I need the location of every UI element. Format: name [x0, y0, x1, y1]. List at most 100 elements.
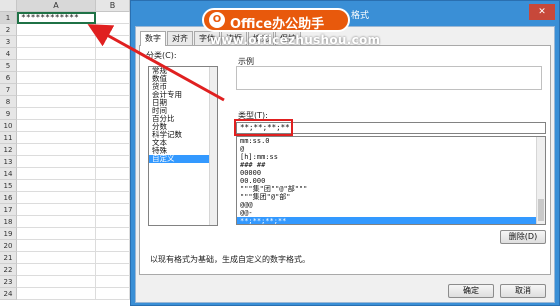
cell[interactable] [96, 24, 130, 36]
tab-0[interactable]: 数字 [140, 31, 166, 46]
cell[interactable] [17, 96, 96, 108]
cell[interactable] [96, 108, 130, 120]
row-header[interactable]: 13 [0, 156, 17, 168]
cell[interactable] [96, 12, 130, 24]
cell[interactable] [17, 180, 96, 192]
row-header[interactable]: 15 [0, 180, 17, 192]
cell[interactable] [17, 204, 96, 216]
cell[interactable] [17, 84, 96, 96]
sheet-row: 19 [0, 228, 130, 240]
cell[interactable] [96, 240, 130, 252]
row-header[interactable]: 20 [0, 240, 17, 252]
row-header[interactable]: 19 [0, 228, 17, 240]
column-header-a[interactable]: A [17, 0, 96, 12]
cell[interactable] [17, 288, 96, 300]
category-list[interactable]: 常规 数值 货币 会计专用 日期 时间 百分比 分数 科学记数 文本 特殊 自定义 [148, 66, 218, 226]
cell[interactable] [17, 132, 96, 144]
format-item[interactable]: 00000 [237, 169, 545, 177]
format-item[interactable]: @@- [237, 209, 545, 217]
cell[interactable] [17, 60, 96, 72]
row-header[interactable]: 9 [0, 108, 17, 120]
cell[interactable] [17, 252, 96, 264]
format-list[interactable]: mm:ss.0 @ [h]:mm:ss ### ## 00000 00.000 """集"团… [236, 136, 546, 225]
format-item[interactable]: @@@ [237, 201, 545, 209]
cell[interactable] [96, 168, 130, 180]
row-header[interactable]: 16 [0, 192, 17, 204]
cell[interactable] [17, 264, 96, 276]
row-header[interactable]: 21 [0, 252, 17, 264]
cell[interactable] [96, 264, 130, 276]
row-header[interactable]: 6 [0, 72, 17, 84]
cell[interactable] [17, 276, 96, 288]
tab-1[interactable]: 对齐 [167, 31, 193, 45]
cell[interactable] [17, 240, 96, 252]
row-header[interactable]: 12 [0, 144, 17, 156]
format-scrollbar[interactable] [536, 137, 545, 224]
cell[interactable] [96, 144, 130, 156]
row-header[interactable]: 22 [0, 264, 17, 276]
cell[interactable] [96, 288, 130, 300]
close-button[interactable]: ✕ [529, 4, 555, 20]
cell[interactable] [96, 276, 130, 288]
cell[interactable] [17, 144, 96, 156]
row-header[interactable]: 17 [0, 204, 17, 216]
cell[interactable] [96, 204, 130, 216]
row-header[interactable]: 5 [0, 60, 17, 72]
cell[interactable] [96, 192, 130, 204]
delete-button[interactable]: 删除(D) [500, 230, 546, 244]
cell[interactable] [96, 72, 130, 84]
cell[interactable] [17, 108, 96, 120]
cell[interactable] [96, 96, 130, 108]
row-header[interactable]: 11 [0, 132, 17, 144]
format-item[interactable]: **;**;**;** [237, 217, 545, 224]
cell[interactable] [96, 36, 130, 48]
ok-button[interactable]: 确定 [448, 284, 494, 298]
cell[interactable] [17, 228, 96, 240]
format-item[interactable]: """集团"@"部" [237, 193, 545, 201]
row-header[interactable]: 2 [0, 24, 17, 36]
cell[interactable] [17, 120, 96, 132]
row-header[interactable]: 4 [0, 48, 17, 60]
cell[interactable] [17, 168, 96, 180]
sheet-rows: 1 ************ 2 3 4 5 6 7 8 9 10 11 12 13 14 15 16 17 18 1… [0, 12, 130, 300]
row-header[interactable]: 10 [0, 120, 17, 132]
row-header[interactable]: 3 [0, 36, 17, 48]
row-header[interactable]: 18 [0, 216, 17, 228]
cell[interactable] [17, 72, 96, 84]
cell[interactable] [17, 156, 96, 168]
cell[interactable] [96, 132, 130, 144]
select-all-corner[interactable] [0, 0, 17, 12]
cell[interactable] [96, 156, 130, 168]
row-header[interactable]: 8 [0, 96, 17, 108]
cell[interactable] [17, 192, 96, 204]
format-scroll-thumb[interactable] [538, 199, 544, 221]
row-header[interactable]: 23 [0, 276, 17, 288]
cell[interactable] [96, 216, 130, 228]
format-item[interactable]: mm:ss.0 [237, 137, 545, 145]
cell[interactable] [17, 216, 96, 228]
format-item[interactable]: 00.000 [237, 177, 545, 185]
cell-a1[interactable]: ************ [17, 12, 96, 24]
format-item[interactable]: @ [237, 145, 545, 153]
format-item[interactable]: [h]:mm:ss [237, 153, 545, 161]
cell[interactable] [96, 84, 130, 96]
cell[interactable] [17, 36, 96, 48]
cell[interactable] [96, 228, 130, 240]
category-item[interactable]: 自定义 [149, 155, 217, 163]
cell[interactable] [96, 252, 130, 264]
column-header-b[interactable]: B [96, 0, 130, 12]
category-scrollbar[interactable] [209, 67, 217, 225]
row-header[interactable]: 14 [0, 168, 17, 180]
cell[interactable] [96, 120, 130, 132]
cell[interactable] [17, 48, 96, 60]
format-item[interactable]: """集"团""@"部""" [237, 185, 545, 193]
format-item[interactable]: ### ## [237, 161, 545, 169]
cancel-button[interactable]: 取消 [500, 284, 546, 298]
row-header[interactable]: 24 [0, 288, 17, 300]
cell[interactable] [96, 48, 130, 60]
cell[interactable] [17, 24, 96, 36]
cell[interactable] [96, 60, 130, 72]
row-header[interactable]: 7 [0, 84, 17, 96]
cell[interactable] [96, 180, 130, 192]
row-header[interactable]: 1 [0, 12, 17, 24]
